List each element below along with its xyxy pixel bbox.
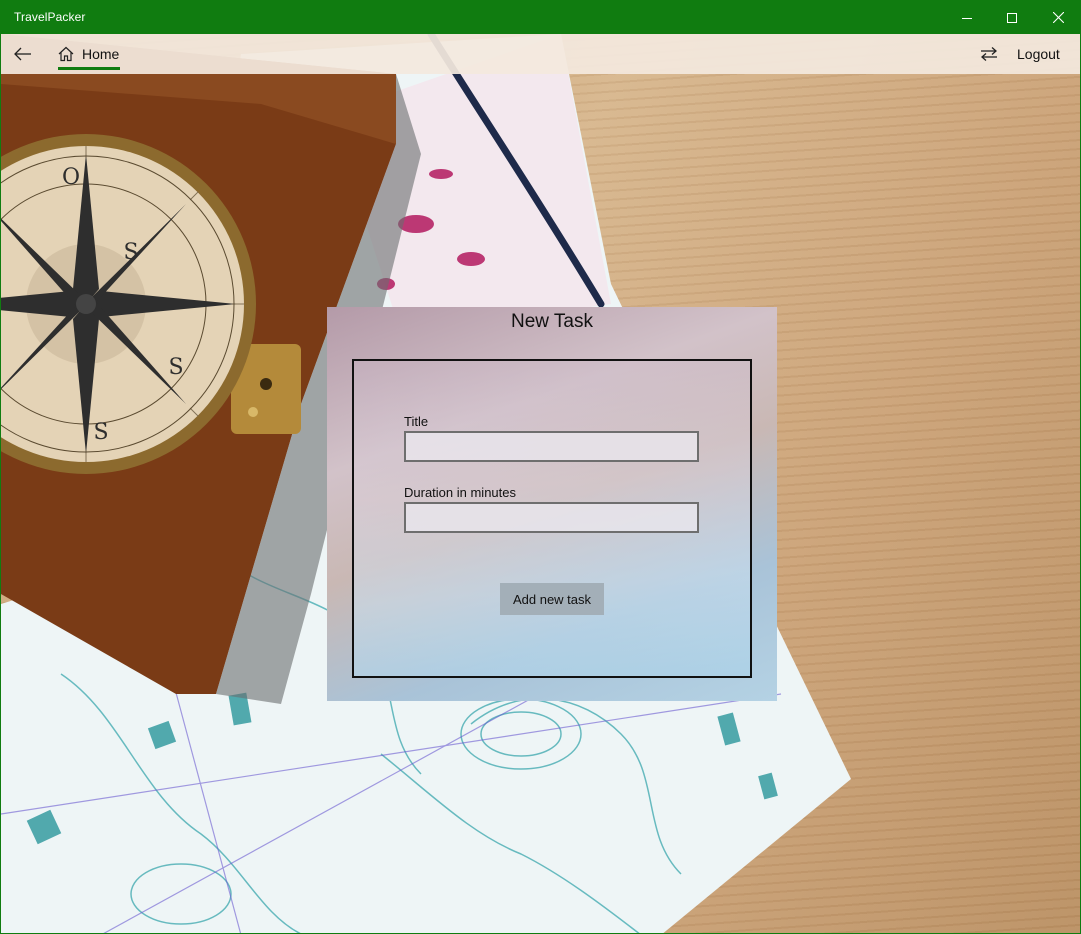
nav-item-home-label: Home bbox=[82, 46, 120, 62]
switch-button[interactable] bbox=[978, 44, 1000, 64]
svg-text:O: O bbox=[62, 165, 80, 190]
close-button[interactable] bbox=[1035, 1, 1080, 34]
selected-indicator bbox=[58, 67, 120, 70]
minimize-icon bbox=[962, 17, 972, 19]
minimize-button[interactable] bbox=[944, 1, 990, 34]
duration-input[interactable] bbox=[404, 502, 699, 533]
new-task-dialog: New Task Title Duration in minutes Add n… bbox=[327, 307, 777, 701]
title-input[interactable] bbox=[404, 431, 699, 462]
svg-text:S: S bbox=[123, 240, 138, 265]
back-arrow-icon bbox=[14, 47, 31, 61]
duration-label: Duration in minutes bbox=[404, 485, 516, 500]
nav-bar: Home Logout bbox=[1, 34, 1080, 74]
back-button[interactable] bbox=[9, 40, 37, 68]
switch-arrows-icon bbox=[981, 47, 997, 61]
maximize-button[interactable] bbox=[989, 1, 1035, 34]
svg-text:S: S bbox=[168, 355, 183, 380]
task-form: Title Duration in minutes Add new task bbox=[352, 359, 752, 678]
app-title: TravelPacker bbox=[14, 10, 86, 24]
title-bar: TravelPacker bbox=[1, 1, 1080, 34]
add-new-task-button[interactable]: Add new task bbox=[500, 583, 604, 615]
maximize-icon bbox=[1007, 12, 1017, 23]
app-window: TravelPacker O S S S Home Logout New Tas… bbox=[0, 0, 1081, 934]
home-icon bbox=[58, 46, 74, 62]
close-icon bbox=[1052, 12, 1064, 23]
dialog-title: New Task bbox=[510, 311, 593, 332]
logout-button[interactable]: Logout bbox=[1017, 46, 1060, 62]
svg-text:S: S bbox=[93, 420, 108, 445]
title-label: Title bbox=[404, 414, 429, 429]
